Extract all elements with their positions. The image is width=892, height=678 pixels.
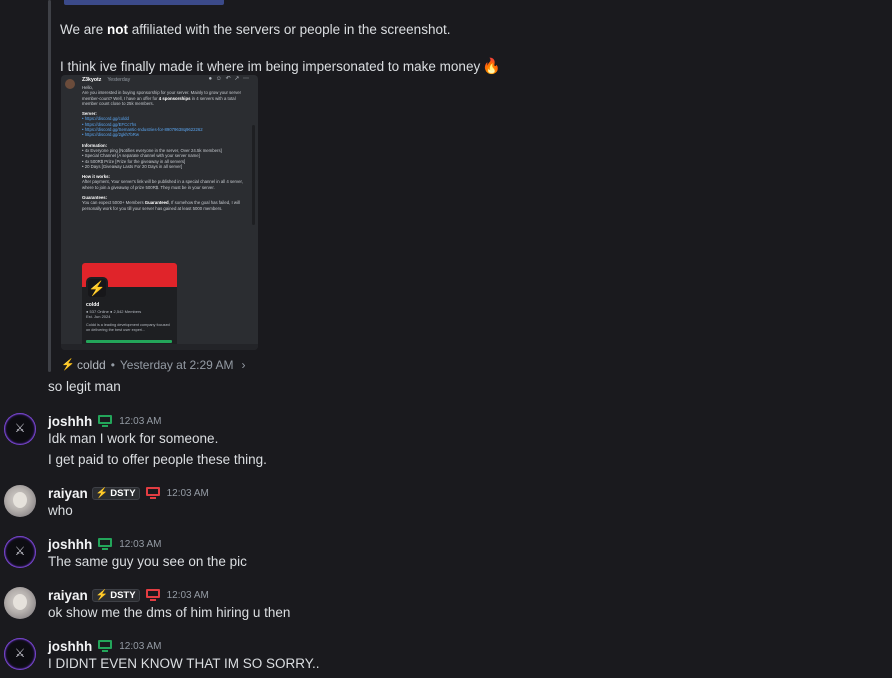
separator-dot: • — [110, 358, 115, 372]
screenshot-action-icons: ● ☺ ↶ ↗ ⋯ — [208, 76, 250, 82]
avatar-raiyan[interactable] — [4, 485, 36, 517]
desktop-status-icon — [98, 538, 113, 550]
fire-emoji: 🔥 — [482, 58, 501, 75]
avatar-joshhh[interactable]: ⚔ — [4, 536, 36, 568]
message-timestamp: 12:03 AM — [166, 487, 209, 499]
message-header: joshhh 12:03 AM — [48, 413, 162, 429]
username[interactable]: joshhh — [48, 537, 92, 552]
message-header: raiyan ⚡ DSTY 12:03 AM — [48, 485, 209, 501]
source-username: coldd — [77, 358, 106, 372]
server-icon: ⚡ — [86, 277, 108, 299]
invite-server-name: coldd — [86, 302, 100, 308]
message-header: joshhh 12:03 AM — [48, 638, 162, 654]
username[interactable]: joshhh — [48, 639, 92, 654]
avatar-glyph-icon: ⚔ — [14, 421, 26, 435]
desktop-status-icon — [145, 487, 160, 499]
lightning-icon: ⚡ — [95, 589, 109, 601]
message-timestamp: 12:03 AM — [166, 589, 209, 601]
screenshot-avatar — [65, 79, 75, 89]
desktop-status-icon — [98, 640, 113, 652]
server-invite-card: ⚡ coldd ● 537 Online ● 2,542 Members Est… — [82, 263, 177, 350]
message-header: joshhh 12:03 AM — [48, 536, 162, 552]
desktop-status-icon — [145, 589, 160, 601]
username[interactable]: raiyan — [48, 588, 88, 603]
avatar-joshhh[interactable]: ⚔ — [4, 638, 36, 670]
clan-tag-badge[interactable]: ⚡ DSTY — [91, 588, 140, 602]
forwarded-text-line-1: We are not affiliated with the servers o… — [60, 22, 451, 37]
screenshot-username: Z3kyotz Yesterday — [82, 77, 131, 83]
avatar-glyph-icon: ⚔ — [14, 544, 26, 558]
avatar-face — [13, 594, 27, 610]
message-content: I get paid to offer people these thing. — [48, 452, 267, 467]
message-timestamp: 12:03 AM — [119, 415, 162, 427]
avatar-face — [13, 492, 27, 508]
forwarded-source-meta[interactable]: ⚡ coldd • Yesterday at 2:29 AM › — [61, 358, 246, 372]
forwarded-message-bar — [48, 0, 51, 372]
message-timestamp: 12:03 AM — [119, 538, 162, 550]
truncated-top-line — [60, 0, 224, 7]
clan-tag-badge[interactable]: ⚡ DSTY — [91, 486, 140, 500]
message-content: so legit man — [48, 379, 121, 394]
screenshot-message-body: Hello, Are you interested in buying spon… — [82, 85, 250, 211]
screenshot-footer — [61, 344, 258, 350]
invite-join-button — [86, 340, 172, 343]
lightning-icon: ⚡ — [95, 487, 109, 499]
chevron-right-icon[interactable]: › — [242, 358, 246, 372]
username[interactable]: raiyan — [48, 486, 88, 501]
message-timestamp: 12:03 AM — [119, 640, 162, 652]
message-header: raiyan ⚡ DSTY 12:03 AM — [48, 587, 209, 603]
invite-description: Coldd is a leading development company f… — [86, 323, 170, 332]
avatar-raiyan[interactable] — [4, 587, 36, 619]
avatar-joshhh[interactable]: ⚔ — [4, 413, 36, 445]
message-content: I DIDNT EVEN KNOW THAT IM SO SORRY.. — [48, 656, 320, 671]
message-content: ok show me the dms of him hiring u then — [48, 605, 291, 620]
message-content: Idk man I work for someone. — [48, 431, 219, 446]
truncated-link[interactable] — [64, 0, 224, 6]
embedded-screenshot-image[interactable]: Z3kyotz Yesterday ● ☺ ↶ ↗ ⋯ Hello, Are yo… — [61, 75, 258, 350]
message-content: The same guy you see on the pic — [48, 554, 247, 569]
desktop-status-icon — [98, 415, 113, 427]
screenshot-scrollbar — [252, 125, 255, 225]
username[interactable]: joshhh — [48, 414, 92, 429]
message-content: who — [48, 503, 73, 518]
chat-messages-area: We are not affiliated with the servers o… — [0, 0, 892, 678]
source-avatar-icon: ⚡ — [61, 358, 75, 372]
source-timestamp: Yesterday at 2:29 AM — [119, 358, 234, 372]
avatar-glyph-icon: ⚔ — [14, 646, 26, 660]
forwarded-text-line-2: I think ive finally made it where im bei… — [60, 58, 501, 75]
invite-established: Est. Jun 2024 — [86, 314, 111, 319]
